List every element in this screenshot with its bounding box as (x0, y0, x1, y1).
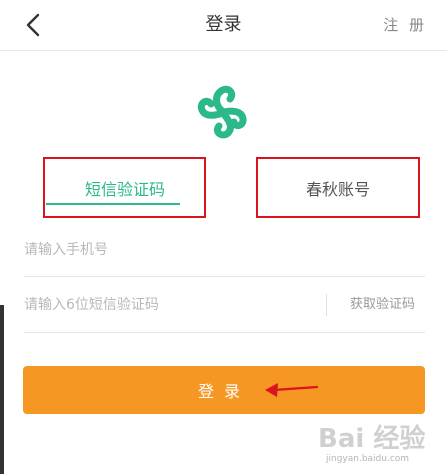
sms-code-input[interactable] (24, 290, 314, 320)
left-edge-strip (0, 305, 4, 474)
tab-chunqiu-account[interactable]: 春秋账号 (258, 160, 418, 216)
phone-divider (24, 276, 425, 277)
baidu-watermark: Bai 经验 jingyan.baidu.com (318, 418, 440, 470)
watermark-sub-text: jingyan.baidu.com (326, 454, 410, 464)
chunqiu-logo-icon (197, 85, 247, 139)
chevron-left-icon (26, 13, 40, 37)
header-bar: 登录 注 册 (0, 0, 447, 51)
login-button[interactable]: 登录 (23, 366, 425, 414)
register-link[interactable]: 注 册 (383, 0, 427, 50)
annotation-arrow-icon (265, 383, 319, 397)
active-tab-indicator (46, 203, 180, 205)
tab-sms-code[interactable]: 短信验证码 (45, 160, 205, 216)
page-title: 登录 (205, 14, 242, 35)
phone-input[interactable] (24, 235, 424, 265)
login-page: 登录 注 册 短信验证码 春秋账号 获取验证码 登录 Bai 经验 jingya… (0, 0, 447, 474)
watermark-main-text: Bai 经验 (318, 424, 426, 454)
get-code-button[interactable]: 获取验证码 (340, 290, 425, 320)
back-button[interactable] (18, 10, 48, 40)
code-divider (24, 332, 425, 333)
code-field-separator (326, 294, 327, 316)
